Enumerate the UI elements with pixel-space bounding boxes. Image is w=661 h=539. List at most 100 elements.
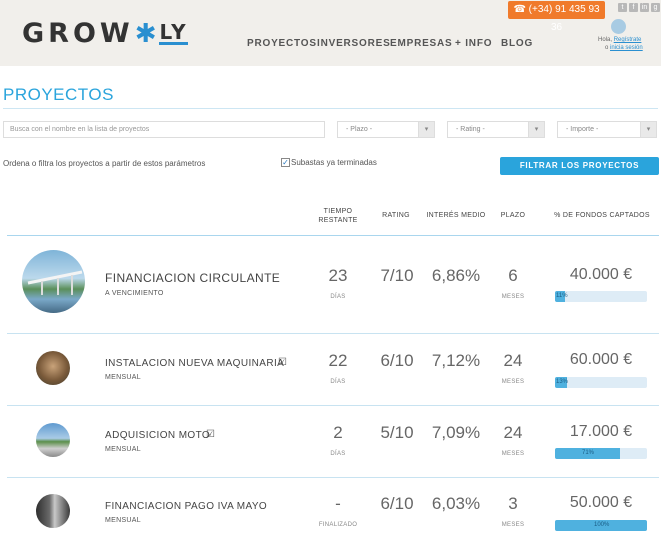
funding-amount: 17.000 € — [569, 423, 633, 440]
funding-amount: 60.000 € — [569, 351, 633, 368]
phone-number: (+34) 91 435 93 36 — [528, 4, 600, 33]
phone-button[interactable]: ☎ (+34) 91 435 93 36 — [508, 1, 605, 33]
nav-empresas[interactable]: EMPRESAS — [390, 38, 453, 49]
site-header: GROW ✱ LY ☎ (+34) 91 435 93 36 t f in g … — [0, 0, 661, 66]
googleplus-icon[interactable]: g — [651, 3, 660, 12]
project-repayment-type: MENSUAL — [105, 374, 141, 381]
time-remaining-value: 23 — [328, 266, 348, 285]
row-divider — [7, 333, 659, 334]
project-thumbnail[interactable] — [36, 351, 70, 385]
time-remaining-unit: FINALIZADO — [318, 522, 358, 528]
col-header-time-line1: TIEMPO — [323, 208, 353, 215]
project-name[interactable]: FINANCIACION CIRCULANTE — [105, 271, 280, 285]
plazo-select[interactable]: - Plazo - ▾ — [337, 121, 435, 138]
time-remaining-value: 2 — [333, 423, 343, 442]
project-name[interactable]: ADQUISICION MOTO — [105, 430, 210, 441]
row-divider — [7, 405, 659, 406]
login-link[interactable]: inicia sesión — [610, 45, 643, 51]
rating-value: 7/10 — [380, 266, 414, 285]
term-unit: MESES — [501, 294, 525, 300]
time-remaining-unit: DÍAS — [330, 379, 346, 385]
project-search-input[interactable]: Busca con el nombre en la lista de proye… — [3, 121, 325, 138]
col-header-rating[interactable]: RATING — [373, 211, 419, 220]
interest-value: 6,86% — [431, 266, 481, 285]
funding-progress-bar: 100% — [555, 520, 647, 531]
finished-auctions-checkbox[interactable]: ✓ — [281, 158, 290, 167]
filter-help-text: Ordena o filtra los proyectos a partir d… — [3, 159, 206, 168]
funding-progress-label: 11% — [556, 293, 568, 299]
funding-progress-bar: 13% — [555, 377, 647, 388]
term-value: 24 — [503, 423, 523, 442]
or-text: o — [605, 45, 609, 51]
importe-select[interactable]: - Importe - ▾ — [557, 121, 657, 138]
nav-info[interactable]: + INFO — [455, 38, 492, 49]
interest-value: 6,03% — [431, 494, 481, 513]
interest-value: 7,09% — [431, 423, 481, 442]
term-value: 24 — [503, 351, 523, 370]
rating-select[interactable]: - Rating - ▾ — [447, 121, 545, 138]
finished-auctions-label: Subastas ya terminadas — [291, 158, 377, 167]
rating-select-value: - Rating - — [456, 126, 485, 133]
term-unit: MESES — [501, 379, 525, 385]
table-header-divider — [7, 235, 659, 236]
project-name[interactable]: INSTALACION NUEVA MAQUINARIA — [105, 358, 284, 369]
rating-value: 6/10 — [380, 351, 414, 370]
title-divider — [3, 108, 658, 109]
time-remaining-unit: DÍAS — [330, 294, 346, 300]
project-thumbnail[interactable] — [36, 494, 70, 528]
page-title: PROYECTOS — [3, 85, 114, 104]
col-header-interest[interactable]: INTERÉS MEDIO — [424, 211, 488, 220]
chevron-down-icon: ▾ — [640, 122, 656, 137]
facebook-icon[interactable]: f — [629, 3, 638, 12]
funding-progress-label: 100% — [594, 522, 610, 528]
project-thumbnail[interactable] — [36, 423, 70, 457]
chevron-down-icon: ▾ — [418, 122, 434, 137]
project-repayment-type: MENSUAL — [105, 446, 141, 453]
funding-amount: 40.000 € — [569, 266, 633, 283]
term-unit: MESES — [501, 522, 525, 528]
logo-asterisk-icon: ✱ — [134, 18, 157, 49]
checklist-icon: ☑ — [206, 429, 215, 440]
rating-value: 5/10 — [380, 423, 414, 442]
nav-inversores[interactable]: INVERSORES — [317, 38, 391, 49]
term-value: 3 — [508, 494, 518, 513]
time-remaining-value: 22 — [328, 351, 348, 370]
growly-logo[interactable]: GROW ✱ LY — [22, 18, 188, 49]
col-header-time[interactable]: TIEMPO RESTANTE — [311, 207, 365, 225]
rating-value: 6/10 — [380, 494, 414, 513]
project-repayment-type: MENSUAL — [105, 517, 141, 524]
nav-blog[interactable]: BLOG — [501, 38, 533, 49]
funding-progress-bar: 11% — [555, 291, 647, 302]
register-link[interactable]: Regístrate — [614, 37, 642, 43]
linkedin-icon[interactable]: in — [640, 3, 649, 12]
nav-proyectos[interactable]: PROYECTOS — [247, 38, 317, 49]
funding-progress-bar: 71% — [555, 448, 647, 459]
term-value: 6 — [508, 266, 518, 285]
bridge-image — [27, 270, 83, 295]
time-remaining-value: - — [335, 494, 341, 513]
project-name[interactable]: FINANCIACION PAGO IVA MAYO — [105, 501, 267, 512]
col-header-term[interactable]: PLAZO — [492, 211, 534, 220]
funding-amount: 50.000 € — [569, 494, 633, 511]
user-greeting: Hola, Regístrate o inicia sesión — [598, 36, 661, 52]
twitter-icon[interactable]: t — [618, 3, 627, 12]
logo-text: GROW — [22, 18, 134, 49]
importe-select-value: - Importe - — [566, 126, 599, 133]
logo-text-suffix: LY — [159, 20, 188, 45]
project-thumbnail[interactable] — [22, 250, 85, 313]
user-avatar-icon — [611, 19, 626, 34]
greeting-text: Hola, — [598, 37, 613, 43]
funding-progress-label: 13% — [556, 379, 569, 385]
col-header-time-line2: RESTANTE — [318, 217, 358, 224]
social-links: t f in g — [618, 3, 660, 12]
plazo-select-value: - Plazo - — [346, 126, 373, 133]
checklist-icon: ☑ — [278, 357, 287, 368]
chevron-down-icon: ▾ — [528, 122, 544, 137]
term-unit: MESES — [501, 451, 525, 457]
col-header-funds[interactable]: % DE FONDOS CAPTADOS — [548, 211, 656, 220]
interest-value: 7,12% — [431, 351, 481, 370]
funding-progress-label: 71% — [582, 450, 595, 456]
filter-projects-button[interactable]: FILTRAR LOS PROYECTOS — [500, 157, 659, 175]
row-divider — [7, 477, 659, 478]
time-remaining-unit: DÍAS — [330, 451, 346, 457]
